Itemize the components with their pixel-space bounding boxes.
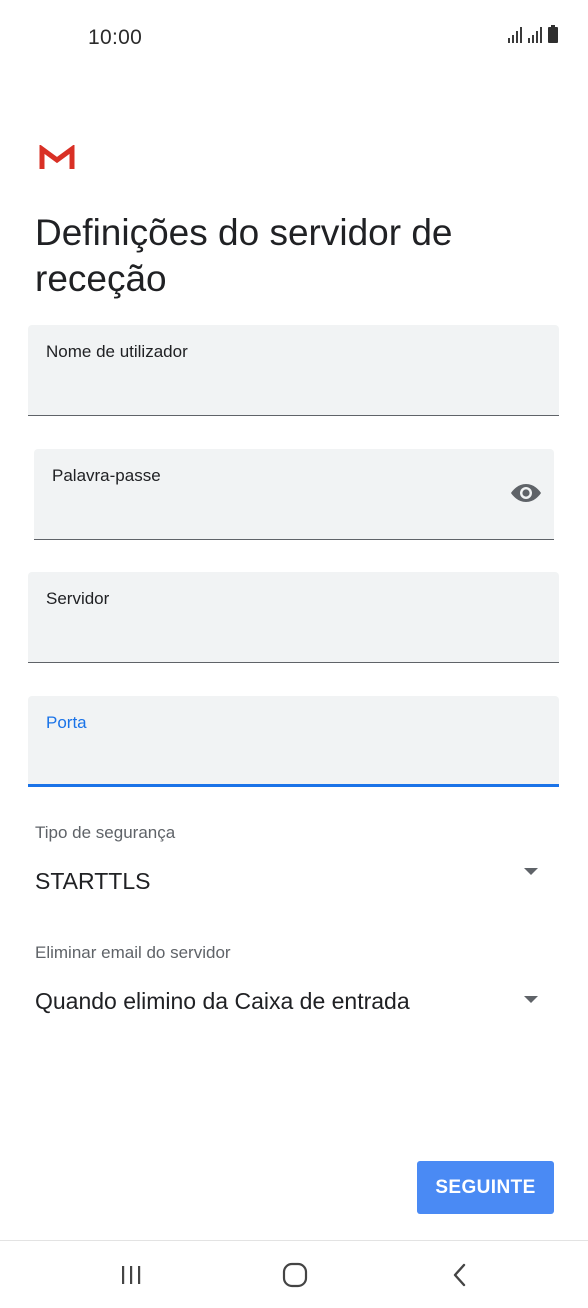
navigation-bar xyxy=(0,1241,588,1308)
username-label: Nome de utilizador xyxy=(46,342,188,361)
back-icon xyxy=(453,1263,466,1287)
username-field[interactable]: Nome de utilizador xyxy=(28,325,559,416)
password-field[interactable]: Palavra-passe xyxy=(34,449,554,540)
status-bar: 10:00 xyxy=(0,0,588,76)
home-icon xyxy=(282,1262,308,1288)
server-label: Servidor xyxy=(46,589,110,608)
next-button[interactable]: SEGUINTE xyxy=(417,1161,554,1214)
security-type-select[interactable]: Tipo de segurança STARTTLS xyxy=(0,815,588,905)
delete-email-value: Quando elimino da Caixa de entrada xyxy=(35,988,410,1014)
security-type-value: STARTTLS xyxy=(35,868,151,894)
recent-apps-icon xyxy=(122,1266,141,1284)
delete-email-label: Eliminar email do servidor xyxy=(35,943,231,962)
port-field[interactable]: Porta xyxy=(28,696,559,787)
signal-icon xyxy=(528,27,542,43)
battery-icon xyxy=(548,25,558,43)
delete-email-select[interactable]: Eliminar email do servidor Quando elimin… xyxy=(0,935,588,1025)
home-button[interactable] xyxy=(265,1255,325,1295)
security-type-label: Tipo de segurança xyxy=(35,823,176,842)
password-label: Palavra-passe xyxy=(52,466,161,485)
page-title: Definições do servidor de receção xyxy=(35,212,453,299)
server-field[interactable]: Servidor xyxy=(28,572,559,663)
port-label: Porta xyxy=(46,713,87,732)
eye-icon[interactable] xyxy=(510,481,542,505)
status-time: 10:00 xyxy=(88,26,143,49)
gmail-logo xyxy=(39,144,75,176)
dropdown-arrow-icon xyxy=(524,996,538,1003)
recent-apps-button[interactable] xyxy=(101,1255,161,1295)
dropdown-arrow-icon xyxy=(524,868,538,875)
back-button[interactable] xyxy=(430,1255,490,1295)
status-icons xyxy=(508,25,558,43)
signal-icon xyxy=(508,27,522,43)
